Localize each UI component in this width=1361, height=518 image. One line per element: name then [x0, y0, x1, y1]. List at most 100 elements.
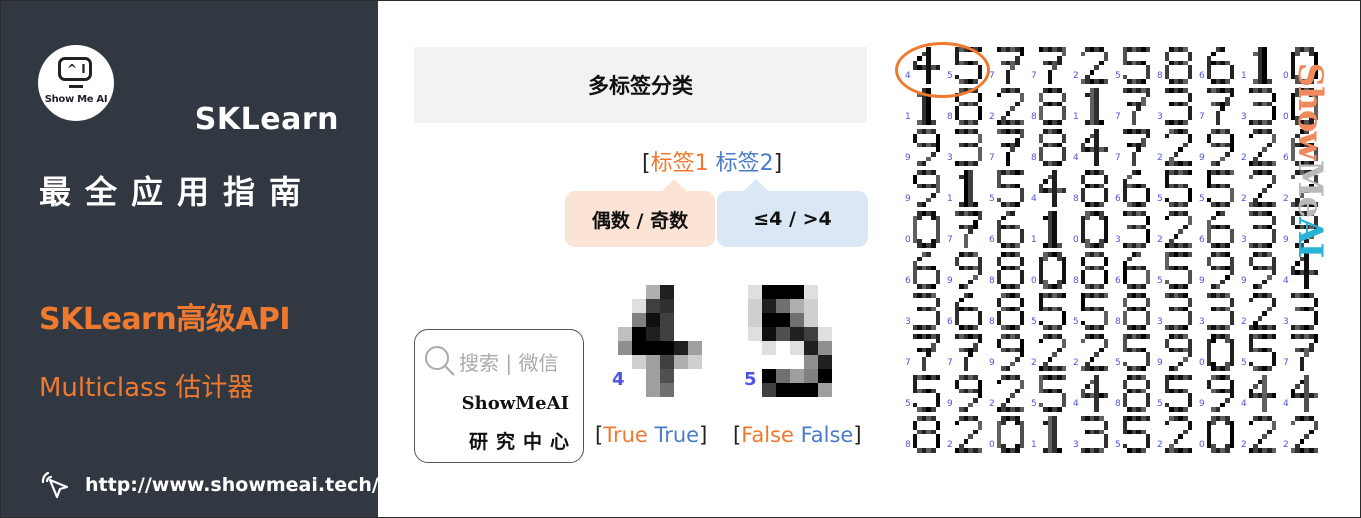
- digit-pixel: [1271, 393, 1277, 398]
- digit-cell: 7: [942, 333, 984, 374]
- digit-pixel: [1015, 243, 1020, 248]
- digit-pixel: [674, 355, 688, 369]
- digit-pixel: [1304, 284, 1309, 289]
- website-link[interactable]: http://www.showmeai.tech/: [39, 469, 379, 501]
- digit-cell: 7: [1278, 333, 1320, 374]
- digit-label: 2: [1241, 194, 1247, 204]
- digit-label: 2: [1241, 440, 1247, 450]
- digit-pixel: [935, 443, 941, 449]
- digit-pixel: [1220, 211, 1225, 216]
- digit-cell: 2: [1278, 415, 1320, 456]
- digit-pixel: [1080, 51, 1086, 57]
- digit-pixel: [1052, 65, 1057, 70]
- digit-label: 6: [947, 317, 953, 327]
- digit-pixel: [1211, 338, 1216, 344]
- digit-pixel: [1103, 147, 1109, 152]
- digit-label: 2: [1157, 235, 1163, 245]
- digit-cell: 0: [900, 210, 942, 251]
- digit-cell: 4: [1068, 374, 1110, 415]
- digit-pixel: [1267, 306, 1272, 312]
- digit-pixel: [1229, 92, 1235, 98]
- digit-pixel: [1127, 256, 1132, 262]
- digit-pixel: [1225, 325, 1230, 330]
- digit-pixel: [674, 341, 688, 355]
- digit-pixel: [1211, 215, 1216, 221]
- digit-pixel: [1019, 51, 1025, 57]
- digit-cell: 7: [900, 333, 942, 374]
- digit-label: 3: [1157, 112, 1163, 122]
- digit-label: 6: [1283, 153, 1289, 163]
- digit-cell: 9: [1152, 333, 1194, 374]
- digit-cell: 5: [1026, 374, 1068, 415]
- digit-label: 1: [1073, 112, 1079, 122]
- digit-cell: 5: [1152, 374, 1194, 415]
- digit-label: 1: [1241, 71, 1247, 81]
- digit-pixel: [1220, 47, 1225, 52]
- digit-label: 3: [1073, 440, 1079, 450]
- digit-label: 5: [1115, 440, 1121, 450]
- digit-cell: 8: [984, 292, 1026, 333]
- watermark-show: Show: [1290, 62, 1330, 160]
- digit-pixel: [1187, 279, 1193, 285]
- digit-pixel: [762, 383, 776, 397]
- digit-cell: 4: [1236, 374, 1278, 415]
- digit-cell: 9: [1194, 374, 1236, 415]
- digit-pixel: [1061, 320, 1067, 326]
- digit-pixel: [1225, 275, 1230, 280]
- digit-label: 3: [1241, 112, 1247, 122]
- cursor-click-icon: [41, 471, 69, 499]
- digit-label: 3: [1241, 235, 1247, 245]
- digit-pixel: [1257, 439, 1263, 444]
- digit-cell: 8: [1110, 292, 1152, 333]
- digit-pixel: [1211, 420, 1216, 426]
- website-url[interactable]: http://www.showmeai.tech/: [85, 474, 379, 496]
- digit-pixel: [1010, 106, 1015, 111]
- digit-pixel: [1015, 142, 1020, 148]
- digit-pixel: [1145, 302, 1151, 307]
- digit-pixel: [646, 285, 660, 299]
- digit-pixel: [1225, 202, 1230, 207]
- digit-pixel: [1145, 133, 1151, 139]
- digit-pixel: [646, 369, 660, 383]
- digit-pixel: [748, 313, 762, 327]
- digit-pixel: [1173, 439, 1179, 444]
- digit-cell: 5: [1068, 292, 1110, 333]
- example-digit-image: 5: [734, 277, 854, 417]
- digit-label: 8: [1115, 399, 1121, 409]
- digit-pixel: [931, 325, 936, 330]
- digit-label: 0: [905, 235, 911, 245]
- digit-label: 0: [1031, 276, 1037, 286]
- digit-pixel: [931, 243, 936, 248]
- digit-pixel: [1099, 243, 1104, 248]
- digit-pixel: [954, 420, 960, 426]
- digit-pixel: [762, 285, 776, 299]
- digit-pixel: [1005, 398, 1011, 403]
- digit-pixel: [1052, 352, 1057, 357]
- digit-cell: 2: [984, 87, 1026, 128]
- digit-pixel: [963, 284, 969, 289]
- digit-pixel: [1094, 407, 1099, 412]
- robot-stand-icon: [69, 85, 83, 88]
- digit-pixel: [1136, 147, 1141, 152]
- digit-label: 8: [1031, 112, 1037, 122]
- robot-screen-icon: ^ I: [58, 57, 92, 81]
- digit-pixel: [618, 327, 632, 341]
- digit-label: 9: [905, 153, 911, 163]
- digit-label: 2: [1283, 194, 1289, 204]
- digit-label: 6: [905, 276, 911, 286]
- digit-cell: 7: [1110, 87, 1152, 128]
- digit-cell: 0: [984, 415, 1026, 456]
- digit-pixel: [790, 383, 804, 397]
- digit-pixel: [1183, 202, 1188, 207]
- digit-pixel: [1145, 279, 1151, 285]
- digit-pixel: [921, 202, 927, 207]
- digit-cell: 2: [1152, 210, 1194, 251]
- digit-pixel: [1015, 448, 1020, 453]
- bracket-open: [: [733, 423, 742, 447]
- digit-pixel: [1005, 79, 1011, 84]
- digit-pixel: [1178, 147, 1183, 152]
- digits-grid: 4 5 7 7 2 5 8 6 1 0 1 8 2 8 1 7 3 7 3 0 9 3 7 8 4 7 2 9 2 6 9 1 5 4 8 6 5 5 2 2…: [900, 46, 1320, 466]
- digit-pixel: [1187, 302, 1193, 307]
- digit-pixel: [1299, 366, 1305, 371]
- digit-pixel: [1010, 211, 1015, 216]
